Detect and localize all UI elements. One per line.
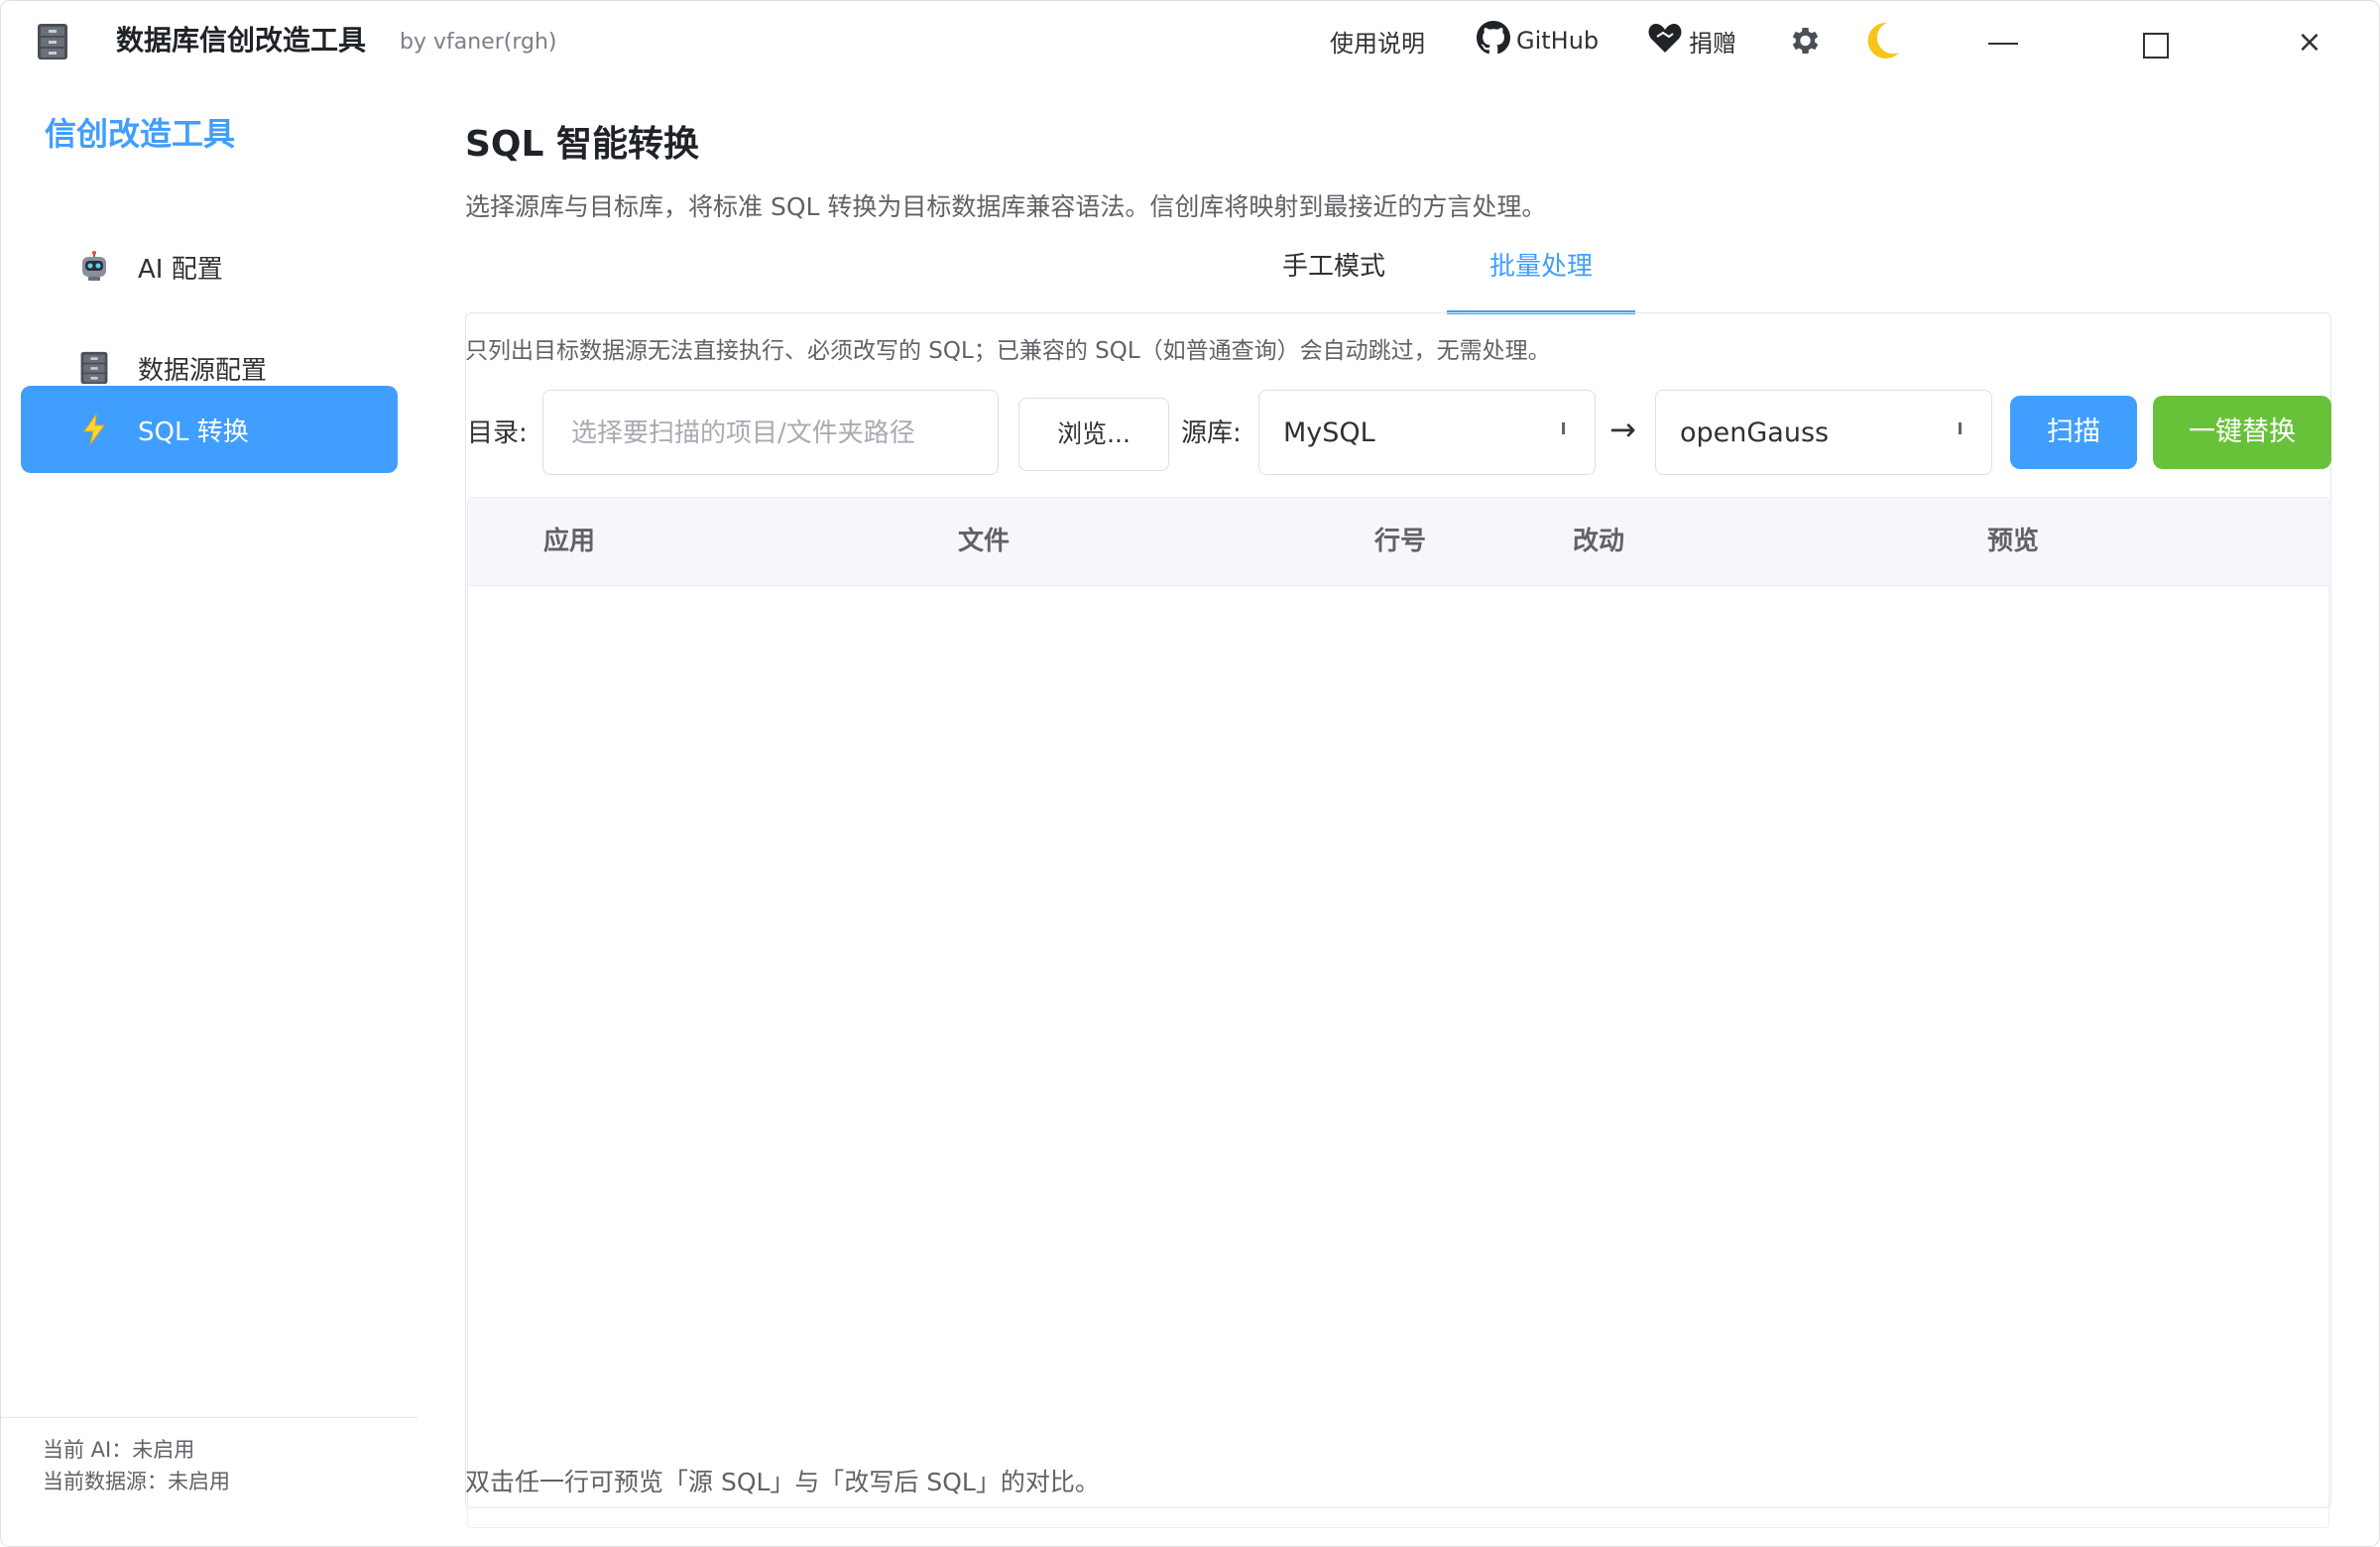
sidebar-item-label: AI 配置 [138,254,223,285]
sidebar-item-label: 数据源配置 [138,355,268,386]
page-description: 选择源库与目标库，将标准 SQL 转换为目标数据库兼容语法。信创库将映射到最接近… [465,192,1547,221]
moon-icon[interactable] [1857,17,1905,64]
robot-icon [76,249,112,285]
app-author: by vfaner(rgh) [400,30,557,55]
replace-all-button[interactable]: 一键替换 [2153,396,2331,469]
target-db-select[interactable]: openGauss [1655,390,1992,475]
column-header-app[interactable]: 应用 [543,498,595,585]
results-table[interactable]: 应用 文件 行号 改动 预览 [467,497,2329,1528]
directory-label: 目录: [467,418,528,448]
tab-batch-mode[interactable]: 批量处理 [1447,241,1635,314]
sidebar: 信创改造工具 AI 配置 数据源配置 SQL 转换 当前 AI：未启用 当前数据… [1,82,417,1546]
close-button[interactable]: × [2292,25,2327,60]
browse-button[interactable]: 浏览... [1018,398,1169,471]
source-db-label: 源库: [1181,418,1242,448]
arrow-right-icon: → [1609,411,1636,448]
help-link[interactable]: 使用说明 [1330,21,1425,60]
app-title: 数据库信创改造工具 [116,24,367,57]
table-header: 应用 文件 行号 改动 预览 [468,498,2328,586]
sidebar-item-sql-convert[interactable]: SQL 转换 [21,386,398,473]
file-cabinet-icon [76,350,112,386]
table-footnote: 双击任一行可预览「源 SQL」与「改写后 SQL」的对比。 [465,1468,1100,1496]
tab-manual-mode[interactable]: 手工模式 [1245,241,1423,310]
github-link[interactable]: GitHub [1477,21,1599,60]
sidebar-item-label: SQL 转换 [138,416,249,447]
directory-input[interactable]: 选择要扫描的项目/文件夹路径 [542,390,999,475]
github-label: GitHub [1516,27,1600,55]
status-datasource: 当前数据源：未启用 [43,1470,230,1493]
maximize-button[interactable] [2143,33,2169,59]
directory-placeholder: 选择要扫描的项目/文件夹路径 [571,418,915,448]
dropdown-caret-icon [1959,422,1962,434]
sidebar-brand: 信创改造工具 [45,115,236,153]
title-bar: 数据库信创改造工具 by vfaner(rgh) 使用说明 GitHub 捐赠 [1,1,2379,82]
sidebar-item-ai-config[interactable]: AI 配置 [21,223,398,310]
lightning-icon [76,412,112,447]
page-title: SQL 智能转换 [465,124,700,165]
minimize-button[interactable] [1988,43,2018,45]
dropdown-caret-icon [1562,422,1565,434]
help-label: 使用说明 [1330,29,1425,58]
sidebar-divider [1,1417,417,1418]
scan-button[interactable]: 扫描 [2010,396,2137,469]
status-ai: 当前 AI：未启用 [43,1438,195,1462]
source-db-value: MySQL [1283,417,1375,448]
column-header-change[interactable]: 改动 [1573,498,1624,585]
mode-tabs: 手工模式 批量处理 [465,241,2331,314]
github-icon [1477,21,1516,60]
column-header-preview[interactable]: 预览 [1987,498,2039,585]
source-db-select[interactable]: MySQL [1258,390,1596,475]
target-db-value: openGauss [1680,417,1830,448]
gear-icon[interactable] [1786,23,1822,59]
batch-hint: 只列出目标数据源无法直接执行、必须改写的 SQL；已兼容的 SQL（如普通查询）… [465,338,1551,364]
heart-handshake-icon [1647,21,1689,60]
app-window: 数据库信创改造工具 by vfaner(rgh) 使用说明 GitHub 捐赠 [0,0,2380,1547]
file-cabinet-icon [37,23,68,60]
main-content: SQL 智能转换 选择源库与目标库，将标准 SQL 转换为目标数据库兼容语法。信… [417,82,2379,1546]
column-header-line[interactable]: 行号 [1374,498,1426,585]
donate-label: 捐赠 [1689,29,1736,58]
column-header-file[interactable]: 文件 [958,498,1010,585]
donate-link[interactable]: 捐赠 [1647,21,1736,60]
